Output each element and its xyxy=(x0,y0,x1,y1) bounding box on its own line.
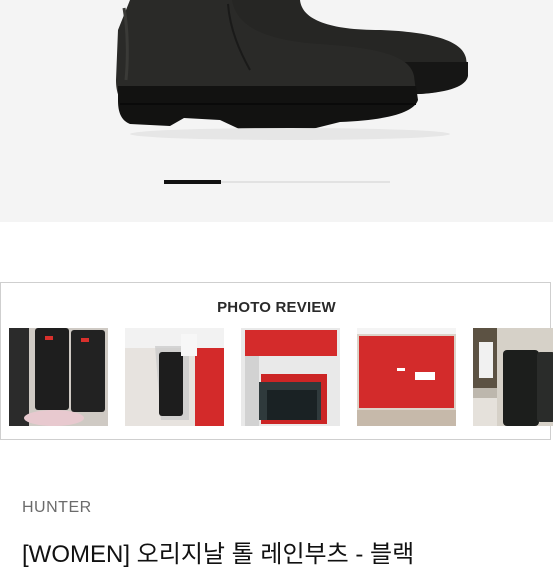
photo-review-thumbnails xyxy=(9,328,553,426)
photo-review-heading: PHOTO REVIEW xyxy=(217,299,336,316)
review-photo-1 xyxy=(9,328,108,426)
boot-product-image xyxy=(116,0,468,140)
review-thumb-1[interactable] xyxy=(9,328,108,426)
review-thumb-5[interactable] xyxy=(473,328,553,426)
review-photo-5 xyxy=(473,328,553,426)
review-photo-3 xyxy=(241,328,340,426)
review-photo-4 xyxy=(357,328,456,426)
review-thumb-2[interactable] xyxy=(125,328,224,426)
review-thumb-3[interactable] xyxy=(241,328,340,426)
photo-review-section: PHOTO REVIEW xyxy=(0,282,553,440)
carousel-pager xyxy=(164,179,390,185)
product-title: [WOMEN] 오리지날 톨 레인부츠 - 블랙 xyxy=(22,541,415,568)
pager-active-indicator xyxy=(164,180,221,184)
product-image-carousel[interactable] xyxy=(0,0,553,222)
review-photo-2 xyxy=(125,328,224,426)
product-brand[interactable]: HUNTER xyxy=(22,499,92,517)
review-thumb-4[interactable] xyxy=(357,328,456,426)
